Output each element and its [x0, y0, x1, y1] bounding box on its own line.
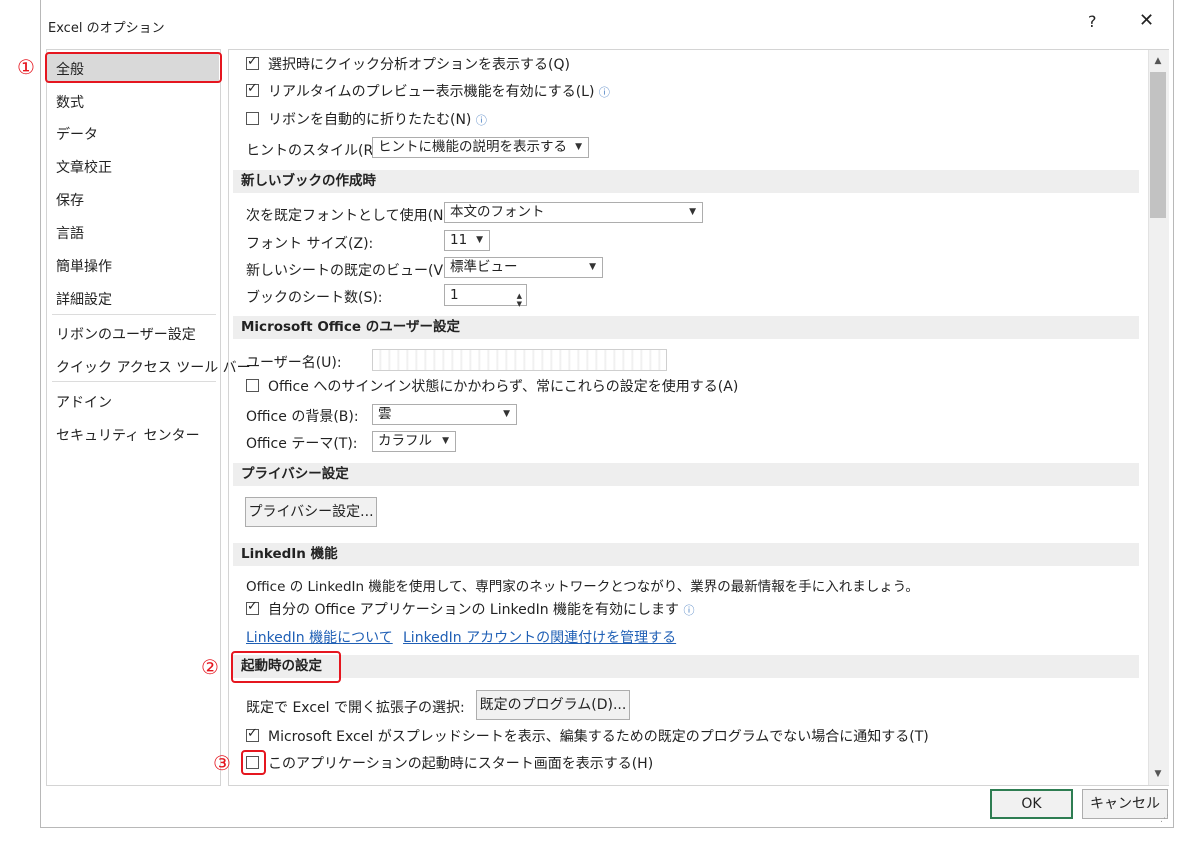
sidebar-item-trust-center[interactable]: セキュリティ センター — [56, 425, 200, 445]
sidebar-item-language[interactable]: 言語 — [56, 223, 84, 243]
sidebar-divider — [52, 381, 216, 382]
chevron-down-icon: ▼ — [476, 235, 483, 245]
collapse-ribbon-checkbox[interactable] — [246, 112, 259, 125]
annotation-marker-3: ③ — [213, 751, 231, 775]
show-start-screen-label: このアプリケーションの起動時にスタート画面を表示する(H) — [268, 756, 654, 772]
office-background-label: Office の背景(B): — [246, 409, 359, 425]
linkedin-about-link[interactable]: LinkedIn 機能について — [246, 627, 393, 647]
help-button[interactable]: ? — [1088, 12, 1097, 31]
default-view-value: 標準ビュー — [450, 259, 518, 275]
privacy-settings-button[interactable]: プライバシー設定... — [245, 497, 377, 527]
chevron-down-icon: ▼ — [442, 436, 449, 446]
chevron-down-icon: ▼ — [589, 262, 596, 272]
username-input[interactable] — [372, 349, 667, 371]
sidebar-item-data[interactable]: データ — [56, 124, 98, 144]
default-view-dropdown[interactable]: 標準ビュー ▼ — [444, 257, 603, 278]
collapse-ribbon-label: リボンを自動的に折りたたむ(N) ⓘ — [268, 112, 487, 128]
section-header-privacy: プライバシー設定 — [233, 463, 1139, 486]
linkedin-manage-link[interactable]: LinkedIn アカウントの関連付けを管理する — [403, 627, 676, 647]
scrollbar-thumb[interactable] — [1150, 72, 1166, 218]
info-icon: ⓘ — [598, 86, 610, 99]
tip-style-value: ヒントに機能の説明を表示する — [378, 139, 567, 155]
linkedin-description: Office の LinkedIn 機能を使用して、専門家のネットワークとつなが… — [246, 579, 919, 595]
office-theme-dropdown[interactable]: カラフル ▼ — [372, 431, 456, 452]
sidebar-divider — [52, 314, 216, 315]
sidebar-item-save[interactable]: 保存 — [56, 190, 84, 210]
office-background-dropdown[interactable]: 雲 ▼ — [372, 404, 517, 425]
default-font-dropdown[interactable]: 本文のフォント ▼ — [444, 202, 703, 223]
annotation-marker-1: ① — [17, 55, 35, 79]
default-view-label: 新しいシートの既定のビュー(V): — [246, 263, 454, 279]
font-size-label: フォント サイズ(Z): — [246, 236, 374, 252]
default-font-value: 本文のフォント — [450, 204, 545, 220]
close-button[interactable]: ✕ — [1139, 10, 1154, 31]
chevron-down-icon: ▼ — [503, 409, 510, 419]
section-header-user-settings: Microsoft Office のユーザー設定 — [233, 316, 1139, 339]
default-extensions-label: 既定で Excel で開く拡張子の選択: — [246, 700, 465, 716]
quick-analysis-checkbox[interactable] — [246, 54, 259, 70]
sheet-count-label: ブックのシート数(S): — [246, 290, 383, 306]
cancel-button[interactable]: キャンセル — [1082, 789, 1168, 819]
spin-down-icon[interactable]: ▼ — [517, 294, 522, 314]
notify-default-program-checkbox[interactable] — [246, 726, 259, 742]
annotation-box-startup — [231, 651, 341, 683]
office-theme-value: カラフル — [378, 433, 432, 449]
always-use-settings-checkbox[interactable] — [246, 379, 259, 392]
info-icon: ⓘ — [683, 604, 695, 617]
sidebar-item-accessibility[interactable]: 簡単操作 — [56, 256, 112, 276]
section-header-linkedin: LinkedIn 機能 — [233, 543, 1139, 566]
scroll-down-icon[interactable]: ▼ — [1150, 766, 1166, 782]
username-label: ユーザー名(U): — [246, 355, 342, 371]
sidebar-item-customize-ribbon[interactable]: リボンのユーザー設定 — [56, 324, 196, 344]
info-icon: ⓘ — [475, 114, 487, 127]
ok-button[interactable]: OK — [990, 789, 1073, 819]
annotation-box-start-screen — [241, 750, 266, 775]
sidebar-item-formulas[interactable]: 数式 — [56, 92, 84, 112]
quick-analysis-label: 選択時にクイック分析オプションを表示する(Q) — [268, 57, 570, 73]
scroll-up-icon[interactable]: ▲ — [1150, 53, 1166, 69]
annotation-box-general — [45, 52, 222, 83]
font-size-dropdown[interactable]: 11 ▼ — [444, 230, 490, 251]
office-background-value: 雲 — [378, 406, 392, 422]
annotation-marker-2: ② — [201, 655, 219, 679]
font-size-value: 11 — [450, 232, 468, 248]
dialog-title: Excel のオプション — [48, 21, 165, 36]
sheet-count-value: 1 — [450, 287, 459, 303]
resize-grip-icon[interactable]: ⋰ — [1160, 814, 1169, 824]
sidebar-item-advanced[interactable]: 詳細設定 — [56, 289, 112, 309]
sidebar-item-quick-access-toolbar[interactable]: クイック アクセス ツール バー — [56, 357, 251, 377]
tip-style-label: ヒントのスタイル(R): — [246, 143, 384, 159]
linkedin-enable-label: 自分の Office アプリケーションの LinkedIn 機能を有効にします … — [268, 602, 695, 618]
live-preview-label: リアルタイムのプレビュー表示機能を有効にする(L) ⓘ — [268, 84, 610, 100]
sheet-count-spinner[interactable]: 1 ▲ ▼ — [444, 284, 527, 308]
linkedin-enable-checkbox[interactable] — [246, 599, 259, 615]
section-header-startup: 起動時の設定 — [233, 655, 1139, 678]
office-theme-label: Office テーマ(T): — [246, 436, 358, 452]
chevron-down-icon: ▼ — [575, 142, 582, 152]
always-use-settings-label: Office へのサインイン状態にかかわらず、常にこれらの設定を使用する(A) — [268, 379, 739, 395]
chevron-down-icon: ▼ — [689, 207, 696, 217]
sidebar-item-proofing[interactable]: 文章校正 — [56, 157, 112, 177]
tip-style-dropdown[interactable]: ヒントに機能の説明を表示する ▼ — [372, 137, 589, 158]
notify-default-program-label: Microsoft Excel がスプレッドシートを表示、編集するための既定のプ… — [268, 729, 929, 745]
default-font-label: 次を既定フォントとして使用(N): — [246, 208, 454, 224]
default-programs-button[interactable]: 既定のプログラム(D)... — [476, 690, 630, 720]
sidebar-item-addins[interactable]: アドイン — [56, 392, 112, 412]
section-header-new-workbook: 新しいブックの作成時 — [233, 170, 1139, 193]
live-preview-checkbox[interactable] — [246, 81, 259, 97]
